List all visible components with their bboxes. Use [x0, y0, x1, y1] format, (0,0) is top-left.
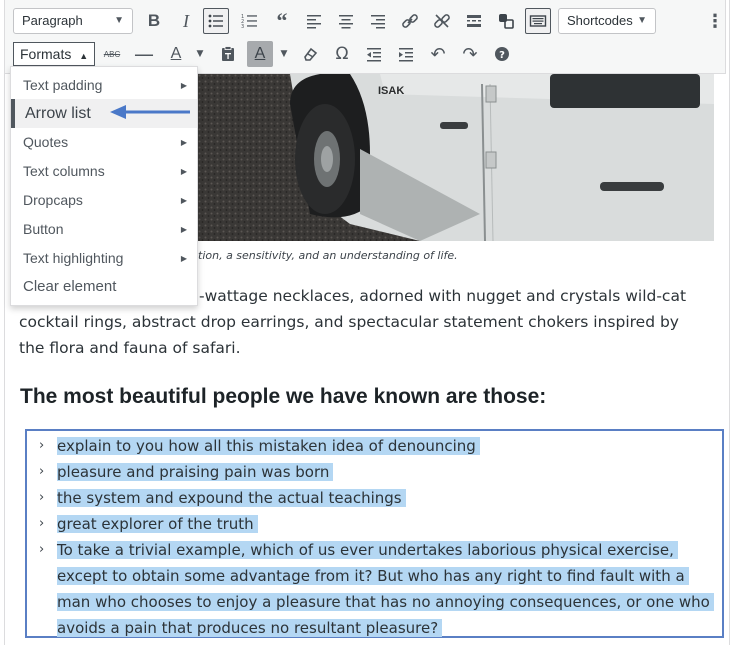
chevron-right-icon: › — [39, 490, 45, 505]
submenu-arrow-icon: ▶ — [180, 167, 187, 176]
clear-formatting-icon[interactable] — [297, 41, 323, 67]
menu-item-label: Button — [23, 221, 64, 237]
submenu-arrow-icon: ▶ — [180, 138, 187, 147]
list-item[interactable]: › To take a trivial example, which of us … — [35, 537, 715, 641]
formats-dropdown-button[interactable]: Formats ▲ — [13, 42, 96, 66]
content-heading: The most beautiful people we have known … — [20, 385, 547, 408]
background-color-icon[interactable]: A — [247, 41, 273, 67]
list-item[interactable]: › great explorer of the truth — [35, 511, 715, 537]
outdent-icon[interactable] — [361, 41, 387, 67]
arrow-list-block[interactable]: › explain to you how all this mistaken id… — [25, 429, 724, 638]
chevron-right-icon: › — [39, 516, 45, 531]
formats-label: Formats — [20, 46, 72, 62]
paragraph-format-value: Paragraph — [22, 13, 83, 28]
chevron-down-icon: ▼ — [114, 15, 124, 26]
align-left-icon[interactable] — [301, 8, 327, 34]
image-caption: tion, a sensitivity, and an understandin… — [198, 249, 458, 262]
menu-item-label: Text padding — [23, 77, 103, 93]
chevron-right-icon: › — [39, 438, 45, 453]
chevron-right-icon: › — [39, 464, 45, 479]
align-right-icon[interactable] — [365, 8, 391, 34]
featured-image: ISAK — [120, 74, 714, 241]
chevron-right-icon: › — [39, 542, 45, 557]
menu-item-button[interactable]: Button ▶ — [11, 215, 197, 244]
list-item[interactable]: › the system and expound the actual teach… — [35, 485, 715, 511]
menu-item-text-highlighting[interactable]: Text highlighting ▶ — [11, 244, 197, 273]
submenu-arrow-icon: ▶ — [180, 81, 187, 90]
chevron-up-icon: ▲ — [79, 51, 89, 61]
paragraph-rest: cocktail rings, abstract drop earrings, … — [19, 313, 679, 357]
toolbar-toggle-icon[interactable] — [493, 8, 519, 34]
menu-item-label: Clear element — [23, 278, 117, 295]
align-center-icon[interactable] — [333, 8, 359, 34]
blockquote-icon[interactable]: “ — [269, 8, 295, 34]
list-item[interactable]: › explain to you how all this mistaken id… — [35, 433, 715, 459]
undo-icon[interactable]: ↶ — [425, 41, 451, 67]
menu-item-label: Quotes — [23, 134, 69, 150]
formats-menu: Text padding ▶ Arrow list Quotes ▶ Text … — [10, 66, 198, 306]
link-icon[interactable] — [397, 8, 423, 34]
horizontal-line-icon[interactable]: — — [131, 41, 157, 67]
svg-text:3: 3 — [241, 24, 244, 30]
menu-item-dropcaps[interactable]: Dropcaps ▶ — [11, 186, 197, 215]
read-more-icon[interactable] — [461, 8, 487, 34]
chevron-down-icon[interactable]: ▼ — [187, 41, 213, 67]
indent-icon[interactable] — [393, 41, 419, 67]
paste-text-icon[interactable] — [215, 41, 241, 67]
shortcodes-select[interactable]: Shortcodes ▼ — [558, 8, 656, 34]
italic-icon[interactable]: I — [173, 8, 199, 34]
redo-icon[interactable]: ↷ — [457, 41, 483, 67]
svg-text:?: ? — [499, 50, 505, 61]
strikethrough-icon[interactable]: ABC — [99, 41, 125, 67]
chevron-down-icon: ▼ — [637, 15, 647, 26]
arrow-list: › explain to you how all this mistaken id… — [35, 433, 715, 641]
keyboard-icon[interactable] — [525, 8, 551, 34]
menu-item-quotes[interactable]: Quotes ▶ — [11, 128, 197, 157]
unlink-icon[interactable] — [429, 8, 455, 34]
special-character-icon[interactable]: Ω — [329, 41, 355, 67]
editor-toolbar: Paragraph ▼ B I 123 “ Shortcodes ▼ ⋮ For… — [4, 0, 726, 74]
menu-item-text-columns[interactable]: Text columns ▶ — [11, 157, 197, 186]
bold-icon[interactable]: B — [141, 8, 167, 34]
numbered-list-icon[interactable]: 123 — [237, 8, 263, 34]
bullet-list-icon[interactable] — [203, 8, 229, 34]
annotation-arrow-icon — [110, 105, 190, 119]
more-vertical-icon[interactable]: ⋮ — [702, 8, 728, 34]
menu-item-label: Arrow list — [25, 105, 91, 122]
vehicle-badge-text: ISAK — [378, 85, 404, 97]
menu-item-label: Dropcaps — [23, 192, 83, 208]
submenu-arrow-icon: ▶ — [180, 196, 187, 205]
text-color-icon[interactable]: A — [163, 41, 189, 67]
submenu-arrow-icon: ▶ — [180, 225, 187, 234]
list-item[interactable]: › pleasure and praising pain was born — [35, 459, 715, 485]
menu-item-text-padding[interactable]: Text padding ▶ — [11, 71, 197, 100]
chevron-down-icon[interactable]: ▼ — [271, 41, 297, 67]
menu-item-clear-element[interactable]: Clear element — [11, 272, 197, 301]
shortcodes-select-value: Shortcodes — [567, 13, 633, 28]
submenu-arrow-icon: ▶ — [180, 254, 187, 263]
paragraph-format-select[interactable]: Paragraph ▼ — [13, 8, 133, 34]
help-icon[interactable]: ? — [489, 41, 515, 67]
menu-item-label: Text highlighting — [23, 250, 124, 266]
toolbar-row-1: Paragraph ▼ B I 123 “ Shortcodes ▼ ⋮ — [5, 4, 725, 38]
menu-item-label: Text columns — [23, 163, 105, 179]
